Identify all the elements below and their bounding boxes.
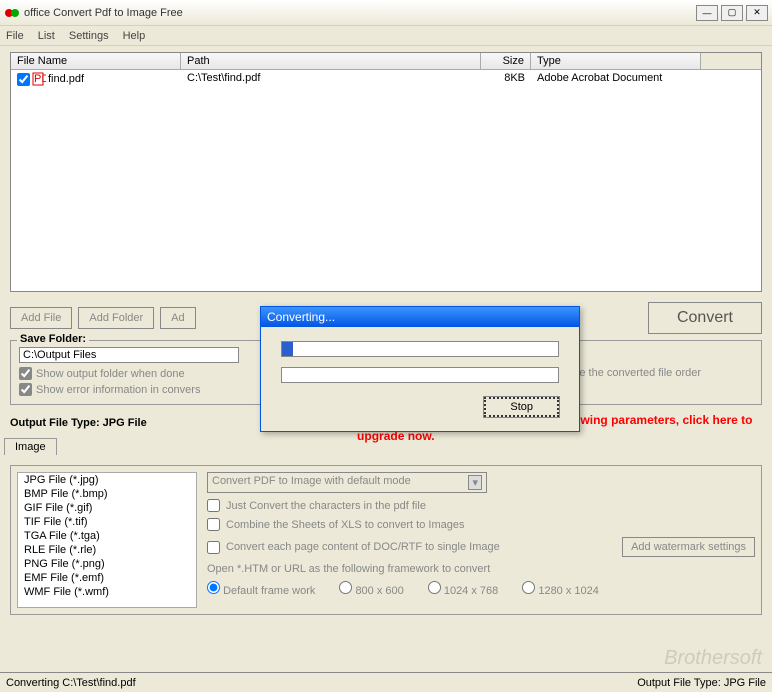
list-item[interactable]: WMF File (*.wmf)	[18, 585, 196, 599]
brothersoft-watermark: Brothersoft	[664, 647, 762, 670]
progress-bar-2	[281, 367, 559, 383]
list-item[interactable]: RLE File (*.rle)	[18, 543, 196, 557]
output-options-panel: JPG File (*.jpg) BMP File (*.bmp) GIF Fi…	[10, 465, 762, 615]
list-item[interactable]: BMP File (*.bmp)	[18, 487, 196, 501]
opt-docrtf-checkbox[interactable]	[207, 541, 220, 554]
htm-note: Open *.HTM or URL as the following frame…	[207, 563, 755, 575]
list-item[interactable]: TIF File (*.tif)	[18, 515, 196, 529]
menu-file[interactable]: File	[6, 30, 24, 42]
window-controls: — ▢ ✕	[696, 5, 768, 21]
radio-default[interactable]: Default frame work	[207, 581, 315, 597]
show-error-checkbox[interactable]	[19, 383, 32, 396]
minimize-button[interactable]: —	[696, 5, 718, 21]
col-path[interactable]: Path	[181, 53, 481, 69]
show-output-label: Show output folder when done	[36, 368, 185, 380]
opt-chars-label: Just Convert the characters in the pdf f…	[226, 500, 426, 512]
maximize-button[interactable]: ▢	[721, 5, 743, 21]
list-item[interactable]: GIF File (*.gif)	[18, 501, 196, 515]
close-button[interactable]: ✕	[746, 5, 768, 21]
status-right: Output File Type: JPG File	[637, 677, 766, 689]
list-item[interactable]: PNG File (*.png)	[18, 557, 196, 571]
radio-1280[interactable]: 1280 x 1024	[522, 581, 599, 597]
add-folder-button[interactable]: Add Folder	[78, 307, 154, 329]
output-type-label: Output File Type: JPG File	[10, 417, 197, 429]
list-item[interactable]: EMF File (*.emf)	[18, 571, 196, 585]
menu-list[interactable]: List	[38, 30, 55, 42]
col-size[interactable]: Size	[481, 53, 531, 69]
show-output-checkbox[interactable]	[19, 367, 32, 380]
chevron-down-icon: ▾	[468, 475, 482, 490]
col-type[interactable]: Type	[531, 53, 701, 69]
opt-xls-label: Combine the Sheets of XLS to convert to …	[226, 519, 464, 531]
app-icon	[4, 5, 20, 21]
titlebar: office Convert Pdf to Image Free — ▢ ✕	[0, 0, 772, 26]
progress-bar-1	[281, 341, 559, 357]
opt-docrtf-label: Convert each page content of DOC/RTF to …	[226, 541, 500, 553]
convert-button[interactable]: Convert	[648, 302, 762, 334]
add-file-button[interactable]: Add File	[10, 307, 72, 329]
row-type: Adobe Acrobat Document	[531, 71, 701, 87]
file-table: File Name Path Size Type PDF find.pdf C:…	[10, 52, 762, 292]
status-left: Converting C:\Test\find.pdf	[6, 677, 136, 689]
tab-header: Image	[4, 438, 756, 455]
row-size: 8KB	[481, 71, 531, 87]
row-path: C:\Test\find.pdf	[181, 71, 481, 87]
menu-help[interactable]: Help	[123, 30, 146, 42]
tab-image[interactable]: Image	[4, 438, 57, 455]
radio-800[interactable]: 800 x 600	[339, 581, 403, 597]
list-item[interactable]: JPG File (*.jpg)	[18, 473, 196, 487]
table-header: File Name Path Size Type	[11, 53, 761, 70]
converting-dialog: Converting... Stop	[260, 306, 580, 432]
menubar: File List Settings Help	[0, 26, 772, 46]
table-row[interactable]: PDF find.pdf C:\Test\find.pdf 8KB Adobe …	[11, 70, 761, 88]
list-item[interactable]: TGA File (*.tga)	[18, 529, 196, 543]
save-folder-label: Save Folder:	[17, 333, 89, 345]
watermark-button[interactable]: Add watermark settings	[622, 537, 755, 557]
save-folder-input[interactable]	[19, 347, 239, 363]
col-filename[interactable]: File Name	[11, 53, 181, 69]
window-title: office Convert Pdf to Image Free	[24, 7, 696, 19]
convert-mode-value: Convert PDF to Image with default mode	[212, 475, 411, 490]
format-list[interactable]: JPG File (*.jpg) BMP File (*.bmp) GIF Fi…	[17, 472, 197, 608]
row-checkbox[interactable]	[17, 73, 30, 86]
stop-button[interactable]: Stop	[484, 397, 559, 417]
show-error-label: Show error information in convers	[36, 384, 200, 396]
radio-1024[interactable]: 1024 x 768	[428, 581, 499, 597]
add-url-button[interactable]: Ad	[160, 307, 195, 329]
opt-xls-checkbox[interactable]	[207, 518, 220, 531]
svg-text:PDF: PDF	[34, 73, 46, 85]
convert-mode-select[interactable]: Convert PDF to Image with default mode ▾	[207, 472, 487, 493]
statusbar: Converting C:\Test\find.pdf Output File …	[0, 672, 772, 692]
menu-settings[interactable]: Settings	[69, 30, 109, 42]
pdf-icon: PDF	[32, 72, 46, 86]
dialog-title: Converting...	[261, 307, 579, 327]
row-filename: find.pdf	[48, 73, 84, 85]
opt-chars-checkbox[interactable]	[207, 499, 220, 512]
